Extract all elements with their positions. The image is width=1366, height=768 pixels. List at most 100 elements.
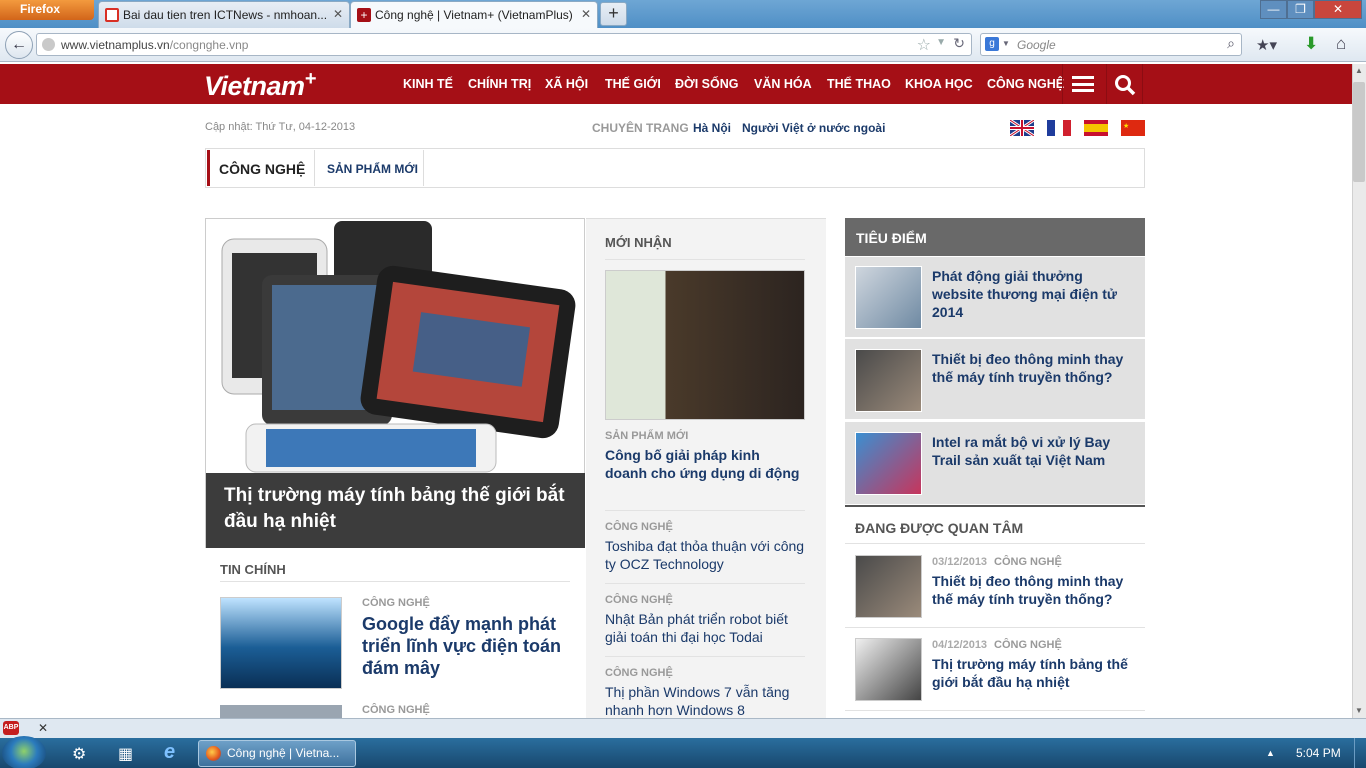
- nav-item-chinh-tri[interactable]: CHÍNH TRỊ: [468, 77, 531, 91]
- search-bar[interactable]: g ▼ Google ⌕: [980, 33, 1242, 56]
- divider: [845, 543, 1145, 544]
- nav-divider: [1062, 64, 1063, 104]
- smart-glasses-thumbnail: [855, 349, 922, 412]
- feature-headline[interactable]: Thị trường máy tính bảng thế giới bắt đầ…: [206, 473, 585, 548]
- show-hidden-icons-icon[interactable]: ▲: [1266, 748, 1275, 758]
- search-engine-dropdown-icon[interactable]: ▼: [1002, 39, 1010, 48]
- back-button[interactable]: ←: [5, 31, 33, 59]
- vietnamplus-logo[interactable]: Vietnam+: [204, 68, 316, 102]
- nav-item-the-gioi[interactable]: THẾ GIỚI: [605, 77, 661, 91]
- article-thumbnail[interactable]: [220, 705, 342, 718]
- show-desktop-button[interactable]: [1354, 738, 1366, 768]
- dang-quan-tam-heading: ĐANG ĐƯỢC QUAN TÂM: [855, 520, 1024, 536]
- close-window-button[interactable]: ✕: [1314, 0, 1362, 19]
- taskbar-app-icon[interactable]: ⚙: [72, 744, 86, 764]
- close-addon-bar-icon[interactable]: ✕: [38, 721, 48, 735]
- taskbar-firefox-task[interactable]: Công nghệ | Vietna...: [198, 740, 356, 767]
- tieu-diem-headline: Intel ra mắt bộ vi xử lý Bay Trail sản x…: [932, 434, 1111, 468]
- presenter-thumbnail[interactable]: [605, 270, 805, 420]
- article-date: 04/12/2013: [932, 639, 988, 651]
- tab-ictnews[interactable]: Bai dau tien tren ICTNews - nmhoan... ✕: [98, 1, 350, 28]
- nav-item-khoa-hoc[interactable]: KHOA HỌC: [905, 77, 973, 91]
- divider: [845, 710, 1145, 711]
- section-tab-san-pham-moi[interactable]: SẢN PHẨM MỚI: [314, 150, 424, 186]
- special-link-nguoi-viet[interactable]: Người Việt ở nước ngoài: [742, 121, 885, 135]
- nav-item-cong-nghe[interactable]: CÔNG NGHỆ: [987, 77, 1064, 91]
- tieu-diem-item[interactable]: Phát động giải thưởng website thương mại…: [845, 257, 1145, 338]
- article-thumbnail[interactable]: [855, 555, 922, 618]
- close-tab-icon[interactable]: ✕: [333, 7, 343, 21]
- tieu-diem-item[interactable]: Thiết bị đeo thông minh thay thế máy tín…: [845, 339, 1145, 420]
- history-dropdown-icon[interactable]: ▼: [936, 37, 946, 48]
- divider: [605, 583, 805, 584]
- search-icon[interactable]: ⌕: [1227, 35, 1235, 52]
- scroll-up-icon[interactable]: ▲: [1355, 66, 1363, 75]
- article-category[interactable]: SẢN PHẨM MỚI: [605, 430, 688, 442]
- cloud-computing-thumbnail[interactable]: [220, 597, 342, 689]
- site-search-icon[interactable]: [1114, 74, 1136, 96]
- tieu-diem-headline: Thiết bị đeo thông minh thay thế máy tín…: [932, 351, 1124, 385]
- url-bar[interactable]: www.vietnamplus.vn/congnghe.vnp ☆ ▼ ↻: [36, 33, 972, 56]
- divider: [845, 505, 1145, 507]
- article-category[interactable]: CÔNG NGHỆ: [362, 704, 430, 716]
- article-headline[interactable]: Google đẩy mạnh phát triển lĩnh vực điện…: [362, 613, 572, 679]
- tab-title: Công nghệ | Vietnam+ (VietnamPlus): [375, 8, 573, 22]
- close-tab-icon[interactable]: ✕: [581, 7, 591, 21]
- scrollbar-thumb[interactable]: [1353, 82, 1365, 182]
- url-path: /congnghe.vnp: [169, 38, 249, 52]
- china-flag-icon[interactable]: ★: [1121, 120, 1145, 136]
- internet-explorer-icon[interactable]: e: [164, 741, 175, 764]
- bookmark-star-icon[interactable]: ☆: [917, 35, 931, 55]
- article-headline[interactable]: Thiết bị đeo thông minh thay thế máy tín…: [932, 572, 1142, 608]
- special-link-ha-noi[interactable]: Hà Nội: [693, 121, 731, 135]
- divider: [845, 627, 1145, 628]
- bookmarks-menu-icon[interactable]: ★▾: [1256, 36, 1277, 54]
- intel-event-thumbnail: [855, 432, 922, 495]
- article-category[interactable]: CÔNG NGHỆ: [994, 556, 1062, 568]
- menu-hamburger-icon[interactable]: [1072, 76, 1094, 92]
- addon-bar: [0, 718, 1366, 738]
- minimize-button[interactable]: —: [1260, 0, 1287, 19]
- home-icon[interactable]: ⌂: [1336, 34, 1346, 54]
- tieu-diem-item[interactable]: Intel ra mắt bộ vi xử lý Bay Trail sản x…: [845, 422, 1145, 505]
- france-flag-icon[interactable]: [1047, 120, 1071, 136]
- scroll-down-icon[interactable]: ▼: [1355, 706, 1363, 715]
- nav-divider: [1106, 64, 1107, 104]
- taskbar-app-icon[interactable]: ▦: [118, 744, 133, 764]
- tablets-image: [206, 219, 584, 475]
- article-date: 03/12/2013: [932, 556, 988, 568]
- maximize-button[interactable]: ❐: [1287, 0, 1314, 19]
- nav-item-kinh-te[interactable]: KINH TẾ: [403, 77, 453, 91]
- section-tab-cong-nghe[interactable]: CÔNG NGHỆ: [207, 150, 314, 186]
- windows-start-button[interactable]: [2, 736, 46, 768]
- article-headline[interactable]: Nhật Bản phát triển robot biết giải toán…: [605, 610, 805, 646]
- article-category[interactable]: CÔNG NGHỆ: [605, 521, 673, 533]
- spain-flag-icon[interactable]: [1084, 120, 1108, 136]
- nav-item-the-thao[interactable]: THỂ THAO: [827, 77, 891, 91]
- article-headline[interactable]: Thị phần Windows 7 vẫn tăng nhanh hơn Wi…: [605, 683, 805, 718]
- taskbar-clock[interactable]: 5:04 PM: [1296, 746, 1341, 760]
- downloads-icon[interactable]: ⬇: [1304, 34, 1318, 54]
- article-category[interactable]: CÔNG NGHỆ: [605, 594, 673, 606]
- chuyen-trang-label: CHUYÊN TRANG: [592, 121, 689, 135]
- article-thumbnail[interactable]: [855, 638, 922, 701]
- article-headline[interactable]: Thị trường máy tính bảng thế giới bắt đầ…: [932, 655, 1142, 691]
- nav-item-van-hoa[interactable]: VĂN HÓA: [754, 77, 812, 91]
- nav-item-xa-hoi[interactable]: XÃ HỘI: [545, 77, 588, 91]
- article-headline[interactable]: Công bố giải pháp kinh doanh cho ứng dụn…: [605, 446, 805, 482]
- reload-icon[interactable]: ↻: [953, 35, 965, 52]
- article-category[interactable]: CÔNG NGHỆ: [994, 639, 1062, 651]
- article-headline[interactable]: Toshiba đạt thỏa thuận với công ty OCZ T…: [605, 537, 805, 573]
- logo-plus: +: [304, 68, 317, 90]
- new-tab-button[interactable]: +: [600, 2, 627, 26]
- tab-vietnamplus[interactable]: + Công nghệ | Vietnam+ (VietnamPlus) ✕: [350, 1, 598, 28]
- adblock-icon[interactable]: ABP: [3, 721, 19, 735]
- firefox-menu-button[interactable]: Firefox: [0, 0, 94, 20]
- article-category[interactable]: CÔNG NGHỆ: [605, 667, 673, 679]
- google-icon: g: [985, 37, 999, 51]
- article-category[interactable]: CÔNG NGHỆ: [362, 597, 430, 609]
- updated-date: Cập nhật: Thứ Tư, 04-12-2013: [205, 121, 356, 133]
- divider: [605, 259, 805, 260]
- uk-flag-icon[interactable]: [1009, 118, 1035, 138]
- nav-item-doi-song[interactable]: ĐỜI SỐNG: [675, 77, 738, 91]
